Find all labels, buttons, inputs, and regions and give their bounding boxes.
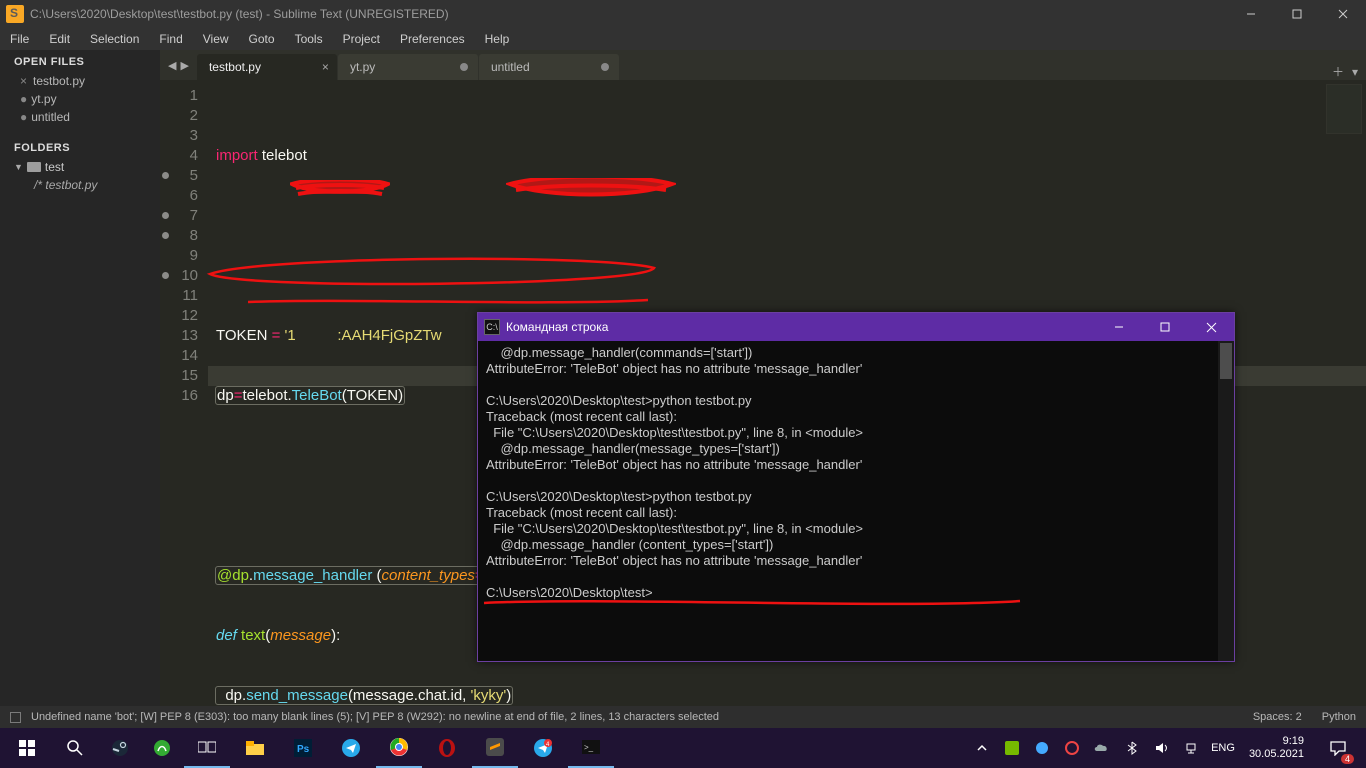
cmd-close-button[interactable] [1188, 313, 1234, 341]
chevron-down-icon: ▼ [14, 162, 23, 172]
cmd-scroll-thumb[interactable] [1220, 343, 1232, 379]
title-text: C:\Users\2020\Desktop\test\testbot.py (t… [30, 7, 449, 21]
tab-prev-icon[interactable]: ◀ [168, 59, 176, 72]
open-file-untitled[interactable]: ●untitled [0, 108, 160, 126]
cmd-icon: C:\ [484, 319, 500, 335]
search-icon[interactable] [52, 728, 98, 768]
dirty-dot-icon [460, 63, 468, 71]
open-file-yt[interactable]: ●yt.py [0, 90, 160, 108]
cmd-line: File "C:\Users\2020\Desktop\test\testbot… [486, 425, 863, 440]
cmd-titlebar[interactable]: C:\ Командная строка [478, 313, 1234, 341]
close-button[interactable] [1320, 0, 1366, 28]
cmd-line: File "C:\Users\2020\Desktop\test\testbot… [486, 521, 863, 536]
tab-dropdown-icon[interactable]: ▾ [1352, 65, 1358, 79]
cmd-line: AttributeError: 'TeleBot' object has no … [486, 361, 862, 376]
folders-header: FOLDERS [0, 136, 160, 158]
titlebar: C:\Users\2020\Desktop\test\testbot.py (t… [0, 0, 1366, 28]
cmd-line: @dp.message_handler(commands=['start']) [486, 345, 752, 360]
cmd-line: Traceback (most recent call last): [486, 505, 677, 520]
menu-edit[interactable]: Edit [39, 30, 80, 48]
tab-untitled[interactable]: untitled [479, 54, 619, 80]
new-tab-icon[interactable]: ＋ [1332, 63, 1344, 80]
menu-project[interactable]: Project [333, 30, 390, 48]
dirty-dot-icon [601, 63, 609, 71]
window-controls [1228, 0, 1366, 28]
panel-toggle-icon[interactable] [10, 712, 21, 723]
cmd-line: C:\Users\2020\Desktop\test>python testbo… [486, 489, 752, 504]
minimap[interactable] [1326, 84, 1362, 134]
cmd-output[interactable]: @dp.message_handler(commands=['start']) … [478, 341, 1234, 661]
tab-yt[interactable]: yt.py [338, 54, 478, 80]
dirty-dot-icon: ● [20, 110, 27, 124]
open-files-header: OPEN FILES [0, 50, 160, 72]
gutter: 1234 5678 9101112 13141516 [160, 80, 208, 706]
open-file-testbot[interactable]: ×testbot.py [0, 72, 160, 90]
tab-nav: ◀ ▶ [160, 50, 197, 80]
dirty-dot-icon: ● [20, 92, 27, 106]
file-testbot[interactable]: /* testbot.py [0, 176, 160, 194]
sublime-window: C:\Users\2020\Desktop\test\testbot.py (t… [0, 0, 1366, 728]
app-icon-1[interactable] [142, 728, 182, 768]
cmd-maximize-button[interactable] [1142, 313, 1188, 341]
close-icon[interactable]: × [20, 74, 27, 88]
menubar: File Edit Selection Find View Goto Tools… [0, 28, 1366, 50]
menu-preferences[interactable]: Preferences [390, 30, 475, 48]
steam-icon[interactable] [100, 728, 140, 768]
menu-find[interactable]: Find [149, 30, 192, 48]
tab-testbot[interactable]: testbot.py× [197, 54, 337, 80]
folder-test[interactable]: ▼ test [0, 158, 160, 176]
tabbar: ◀ ▶ testbot.py× yt.py untitled ＋ ▾ [160, 50, 1366, 80]
menu-selection[interactable]: Selection [80, 30, 149, 48]
cmd-line: @dp.message_handler(message_types=['star… [486, 441, 780, 456]
cmd-line: @dp.message_handler (content_types=['sta… [486, 537, 773, 552]
folder-icon [27, 162, 41, 172]
cmd-minimize-button[interactable] [1096, 313, 1142, 341]
sidebar: OPEN FILES ×testbot.py ●yt.py ●untitled … [0, 50, 160, 706]
close-icon[interactable]: × [322, 60, 329, 74]
start-button[interactable] [4, 728, 50, 768]
menu-tools[interactable]: Tools [285, 30, 333, 48]
maximize-button[interactable] [1274, 0, 1320, 28]
cmd-window: C:\ Командная строка @dp.message_handler… [477, 312, 1235, 662]
menu-goto[interactable]: Goto [239, 30, 285, 48]
cmd-line: AttributeError: 'TeleBot' object has no … [486, 457, 862, 472]
menu-file[interactable]: File [0, 30, 39, 48]
cmd-line: C:\Users\2020\Desktop\test>python testbo… [486, 393, 752, 408]
cmd-scrollbar[interactable] [1218, 341, 1234, 661]
cmd-title: Командная строка [506, 320, 1096, 334]
cmd-line: Traceback (most recent call last): [486, 409, 677, 424]
tab-next-icon[interactable]: ▶ [180, 59, 188, 72]
app-icon [6, 5, 24, 23]
menu-help[interactable]: Help [475, 30, 520, 48]
menu-view[interactable]: View [193, 30, 239, 48]
minimize-button[interactable] [1228, 0, 1274, 28]
cmd-line: C:\Users\2020\Desktop\test> [486, 585, 653, 600]
cmd-line: AttributeError: 'TeleBot' object has no … [486, 553, 862, 568]
